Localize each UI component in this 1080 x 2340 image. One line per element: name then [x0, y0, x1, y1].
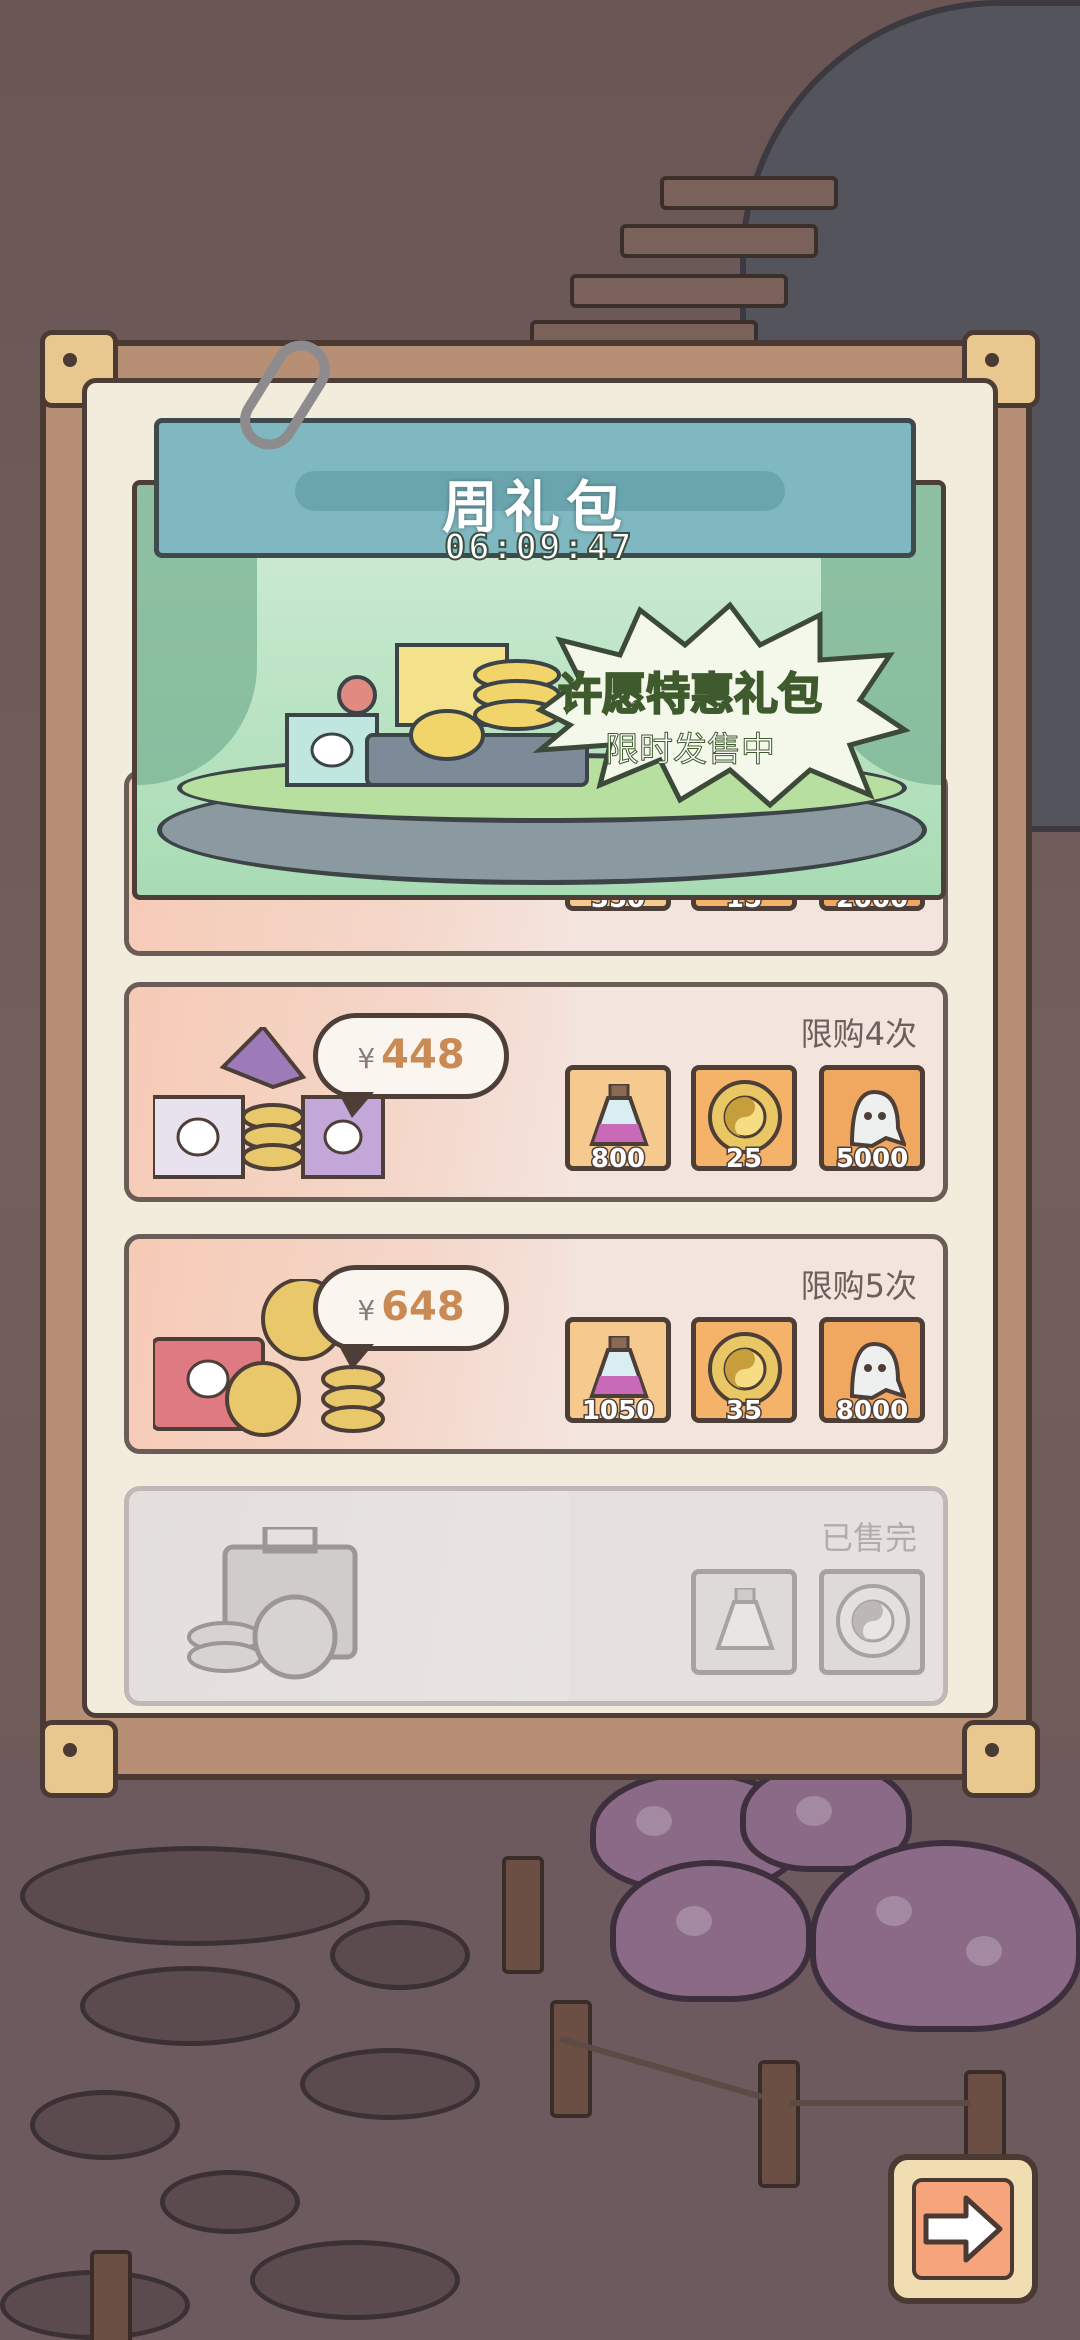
price-value: 448 [381, 1032, 465, 1078]
frame-corner-bottom-left [40, 1720, 118, 1798]
pack-card-4: 已售完 [124, 1486, 948, 1706]
item-quantity: 25 [724, 1143, 763, 1176]
item-quantity: 35 [724, 1395, 763, 1428]
banner-title: 许愿特惠礼包 [557, 668, 823, 721]
price-value: 648 [381, 1284, 465, 1330]
yin-yang-coin-icon: 25 [691, 1065, 797, 1176]
currency-symbol: ¥ [357, 1294, 376, 1327]
next-button[interactable] [888, 2154, 1038, 2304]
item-quantity: 800 [589, 1143, 646, 1176]
pack-4-illustration [187, 1527, 358, 1680]
banner-subtitle: 限时发售中 [605, 730, 776, 771]
ghost-icon: 8000 [819, 1317, 925, 1428]
ghost-icon: 5000 [819, 1065, 925, 1176]
yin-yang-coin-icon [819, 1569, 925, 1675]
sold-out-label: 已售完 [820, 1519, 917, 1557]
item-quantity: 5000 [834, 1143, 909, 1176]
purchase-limit: 限购5次 [800, 1267, 917, 1305]
price-bubble[interactable]: ¥448 [313, 1013, 509, 1118]
pack-card-3[interactable]: 限购5次 ¥648 1050 35 8000 [124, 1234, 948, 1454]
arrow-right-icon [923, 2195, 1003, 2263]
frame-corner-bottom-right [962, 1720, 1040, 1798]
item-quantity: 8000 [834, 1395, 909, 1428]
potion-icon: 800 [565, 1065, 671, 1176]
pack-card-2[interactable]: 限购4次 ¥448 800 25 5000 [124, 982, 948, 1202]
price-bubble[interactable]: ¥648 [313, 1265, 509, 1370]
yin-yang-coin-icon: 35 [691, 1317, 797, 1428]
item-quantity: 1050 [580, 1395, 655, 1428]
potion-icon: 1050 [565, 1317, 671, 1428]
purchase-limit: 限购4次 [800, 1015, 917, 1053]
potion-icon [691, 1569, 797, 1675]
countdown-timer: 06:09:47 [443, 526, 634, 569]
currency-symbol: ¥ [357, 1042, 376, 1075]
